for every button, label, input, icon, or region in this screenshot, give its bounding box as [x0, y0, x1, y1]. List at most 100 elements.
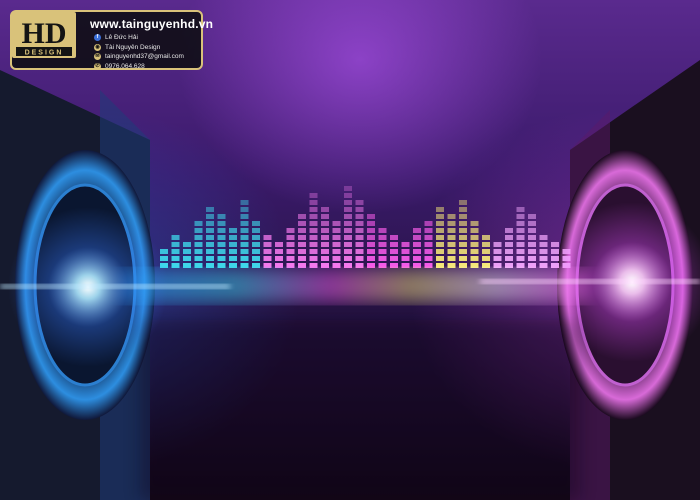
equalizer-cell: [252, 228, 260, 233]
equalizer-cell: [332, 221, 341, 226]
equalizer-cell: [240, 228, 249, 233]
equalizer-cell: [206, 263, 214, 268]
equalizer-cell: [229, 242, 237, 247]
equalizer-cell: [470, 228, 479, 233]
equalizer-cell: [309, 242, 318, 247]
equalizer-cell: [286, 242, 295, 247]
equalizer-cell: [194, 228, 203, 233]
mail-icon: ✉: [94, 53, 101, 61]
equalizer-cell: [321, 221, 329, 226]
equalizer-cell: [493, 242, 502, 247]
equalizer-cell: [424, 221, 433, 226]
equalizer-cell: [171, 256, 180, 261]
equalizer-cell: [252, 249, 260, 254]
equalizer-cell: [459, 221, 467, 226]
equalizer-cell: [528, 228, 536, 233]
equalizer-cell: [298, 214, 306, 219]
equalizer-cell: [413, 249, 421, 254]
equalizer-cell: [401, 242, 410, 247]
contact-text: 0976.064.628: [105, 62, 145, 70]
equalizer-cell: [332, 256, 341, 261]
equalizer-cell: [206, 249, 214, 254]
equalizer-cell: [482, 242, 490, 247]
equalizer-cell: [194, 242, 203, 247]
equalizer-cell: [344, 186, 352, 191]
equalizer-cell: [516, 221, 525, 226]
equalizer-cell: [206, 242, 214, 247]
equalizer-cell: [436, 235, 444, 240]
equalizer-cell: [309, 228, 318, 233]
equalizer-cell: [505, 249, 513, 254]
equalizer-cell: [298, 221, 306, 226]
equalizer-cell: [459, 214, 467, 219]
contact-phone: ✆ 0976.064.628: [94, 62, 184, 72]
equalizer-cell: [447, 263, 456, 268]
equalizer-cell: [390, 249, 398, 254]
equalizer-cell: [355, 200, 364, 205]
equalizer-cell: [436, 221, 444, 226]
equalizer-cell: [229, 235, 237, 240]
equalizer-cell: [240, 221, 249, 226]
equalizer-cell: [470, 242, 479, 247]
equalizer-cell: [309, 235, 318, 240]
equalizer-cell: [252, 256, 260, 261]
watermark-badge: HD DESIGN www.tainguyenhd.vn f Lê Đức Hả…: [10, 10, 213, 72]
equalizer-cell: [390, 235, 398, 240]
equalizer-cell: [309, 207, 318, 212]
facebook-icon: f: [94, 34, 101, 42]
equalizer-cell: [252, 235, 260, 240]
equalizer-cell: [321, 249, 329, 254]
equalizer-cell: [321, 242, 329, 247]
equalizer-cell: [516, 249, 525, 254]
equalizer-cell: [505, 256, 513, 261]
equalizer-cell: [539, 235, 548, 240]
equalizer-cell: [355, 207, 364, 212]
equalizer-cell: [516, 235, 525, 240]
equalizer-cell: [539, 242, 548, 247]
equalizer-cell: [183, 242, 191, 247]
contact-facebook: f Lê Đức Hải: [94, 33, 184, 43]
equalizer-cell: [344, 207, 352, 212]
equalizer-cell: [367, 214, 375, 219]
equalizer-cell: [252, 221, 260, 226]
equalizer-cell: [217, 214, 226, 219]
equalizer-cell: [482, 263, 490, 268]
equalizer-cell: [286, 249, 295, 254]
equalizer-cell: [447, 228, 456, 233]
equalizer-cell: [229, 228, 237, 233]
equalizer-cell: [447, 214, 456, 219]
equalizer-cell: [367, 235, 375, 240]
logo-subtitle: DESIGN: [25, 50, 64, 57]
equalizer-cell: [332, 228, 341, 233]
equalizer-cell: [321, 214, 329, 219]
equalizer-cell: [321, 256, 329, 261]
equalizer-cell: [367, 249, 375, 254]
equalizer-cell: [217, 242, 226, 247]
equalizer-cell: [424, 228, 433, 233]
equalizer-cell: [516, 242, 525, 247]
equalizer-cell: [528, 235, 536, 240]
equalizer-cell: [482, 256, 490, 261]
equalizer-cell: [447, 256, 456, 261]
equalizer-cell: [493, 256, 502, 261]
equalizer-cell: [436, 242, 444, 247]
equalizer-cell: [286, 235, 295, 240]
equalizer-cell: [332, 242, 341, 247]
equalizer-cell: [470, 221, 479, 226]
equalizer-cell: [240, 235, 249, 240]
equalizer-cell: [447, 249, 456, 254]
equalizer-cell: [516, 207, 525, 212]
equalizer-cell: [367, 242, 375, 247]
contact-mail: ✉ tainguyenhd37@gmail.com: [94, 52, 184, 62]
equalizer-cell: [344, 193, 352, 198]
equalizer-cell: [413, 242, 421, 247]
equalizer-cell: [160, 249, 168, 254]
equalizer-cell: [171, 249, 180, 254]
equalizer-cell: [240, 207, 249, 212]
equalizer-cell: [436, 214, 444, 219]
equalizer-cell: [321, 207, 329, 212]
equalizer-cell: [298, 235, 306, 240]
equalizer-cell: [286, 228, 295, 233]
equalizer-cell: [505, 228, 513, 233]
equalizer-cell: [413, 235, 421, 240]
